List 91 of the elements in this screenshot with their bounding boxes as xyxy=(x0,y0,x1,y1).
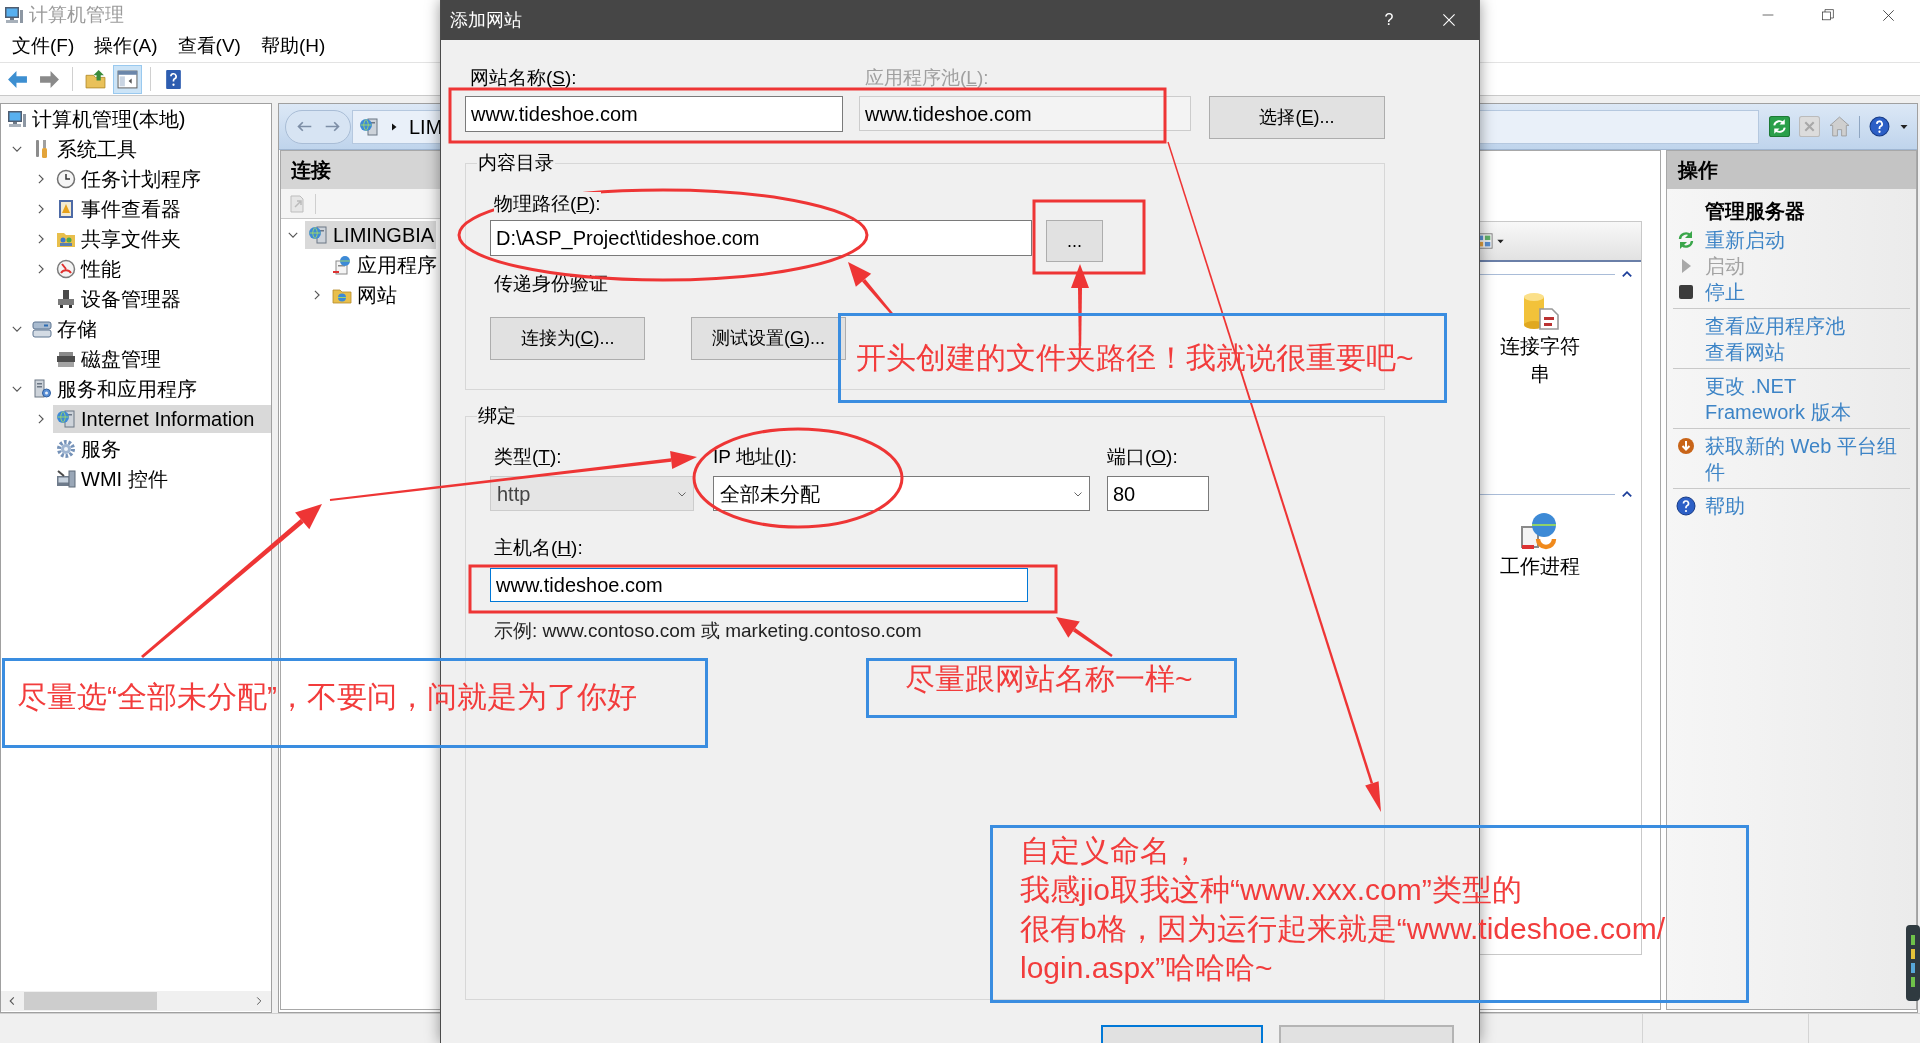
close-icon xyxy=(1442,13,1456,27)
tree-item[interactable]: 计算机管理(本地) xyxy=(4,105,271,133)
tree-item[interactable]: 服务 xyxy=(53,435,271,463)
section-heading: 管理服务器 xyxy=(1705,199,1805,224)
feature-tile[interactable]: 工作进程 xyxy=(1498,506,1582,580)
menu-item[interactable]: 帮助(H) xyxy=(260,31,326,61)
help-icon xyxy=(163,68,184,90)
help-icon[interactable] xyxy=(1869,116,1890,137)
close-icon xyxy=(1881,8,1895,22)
tree-item[interactable]: 网站 xyxy=(329,281,399,309)
caret-right-icon xyxy=(389,121,399,132)
tree-item[interactable]: 性能 xyxy=(53,255,271,283)
tree-item[interactable]: 系统工具 xyxy=(29,135,271,163)
group-title: 绑定 xyxy=(477,404,517,428)
server-globe-icon xyxy=(308,225,328,245)
console-tree-button[interactable] xyxy=(113,64,142,94)
computer-icon xyxy=(4,5,24,25)
input-field[interactable]: D:\ASP_Project\tideshoe.com xyxy=(490,220,1032,256)
field-label: 端口(O): xyxy=(1107,445,1178,469)
gauge-icon xyxy=(56,259,76,279)
clock-icon xyxy=(56,169,76,189)
dialog-button[interactable]: 测试设置(G)... xyxy=(691,317,846,360)
select-button[interactable]: 选择(E)... xyxy=(1209,96,1385,139)
action-link[interactable]: 帮助 xyxy=(1705,493,1745,519)
dropdown[interactable]: 全部未分配 xyxy=(713,476,1090,511)
field-label: 类型(T): xyxy=(494,446,562,467)
tree-item[interactable]: WMI 控件 xyxy=(53,465,271,493)
tree-item[interactable]: Internet Information xyxy=(53,405,271,433)
globe-document-icon xyxy=(332,255,352,275)
feature-tile[interactable]: 连接字符串 xyxy=(1498,286,1582,388)
tree-item[interactable]: 事件查看器 xyxy=(53,195,271,223)
action-link[interactable]: 重新启动 xyxy=(1705,227,1785,253)
annotation-arrow xyxy=(848,262,894,316)
panel-header: 操作 xyxy=(1667,151,1916,189)
server-globe-icon xyxy=(56,409,76,429)
tree-item[interactable]: LIMINGBIA xyxy=(305,221,437,249)
field-label: IP 地址(I): xyxy=(713,446,798,467)
tree-item[interactable]: 共享文件夹 xyxy=(53,225,271,253)
input-field[interactable]: www.tideshoe.com xyxy=(490,568,1028,602)
help-button[interactable]: ? xyxy=(1359,0,1419,40)
disk-drive-icon xyxy=(56,349,76,369)
dialog-button[interactable]: 连接为(C)... xyxy=(490,317,645,360)
dialog-title: 添加网站 xyxy=(449,8,523,32)
input-field[interactable]: 80 xyxy=(1107,476,1209,511)
action-link[interactable]: 查看网站 xyxy=(1705,339,1785,365)
input-field[interactable]: www.tideshoe.com xyxy=(465,96,843,132)
book-warning-icon xyxy=(56,199,76,219)
stop-icon xyxy=(1676,282,1696,302)
example-text: 示例: www.contoso.com 或 marketing.contoso.com xyxy=(494,619,922,643)
folder-up-icon xyxy=(85,68,106,90)
level-meter-icon xyxy=(1906,925,1920,1001)
annotation-arrow xyxy=(1056,617,1113,657)
field-label: 网站名称(S): xyxy=(470,67,577,88)
horizontal-scrollbar[interactable] xyxy=(1,991,271,1011)
download-icon xyxy=(1676,436,1696,456)
computer-tower-icon xyxy=(56,469,76,489)
help-icon xyxy=(1676,496,1696,516)
refresh-icon[interactable] xyxy=(1769,116,1790,137)
annotation-note: 尽量跟网站名称一样~ xyxy=(866,658,1237,718)
menu-item[interactable]: 查看(V) xyxy=(177,31,241,61)
refresh-icon xyxy=(1676,230,1696,250)
chevron-up-icon[interactable] xyxy=(1621,488,1633,500)
restore-icon xyxy=(1822,9,1834,21)
server-globe-icon xyxy=(359,116,379,137)
gear-icon xyxy=(56,439,76,459)
action-link[interactable]: 更改 .NET Framework 版本 xyxy=(1705,373,1851,425)
field-label: 主机名(H): xyxy=(494,536,583,560)
action-link[interactable]: 获取新的 Web 平台组 件 xyxy=(1705,433,1897,485)
window-title: 计算机管理 xyxy=(29,2,124,27)
tree-item[interactable]: 任务计划程序 xyxy=(53,165,271,193)
action-link[interactable]: 停止 xyxy=(1705,279,1745,305)
chevron-up-icon[interactable] xyxy=(1621,268,1633,280)
panel-layout-icon xyxy=(117,68,138,90)
menu-item[interactable]: 操作(A) xyxy=(94,31,158,61)
storage-icon xyxy=(32,319,52,339)
tree-item[interactable]: 应用程序 xyxy=(329,251,439,279)
browse-button[interactable]: ... xyxy=(1046,220,1103,262)
tree-item[interactable]: 存储 xyxy=(29,315,271,343)
tree-item[interactable]: 服务和应用程序 xyxy=(29,375,271,403)
field-label: 应用程序池(L): xyxy=(865,66,989,90)
tree-item[interactable]: 设备管理器 xyxy=(53,285,271,313)
field-label: 物理路径(P): xyxy=(494,192,601,216)
scrollbar-thumb[interactable] xyxy=(24,992,157,1010)
action-link[interactable]: 查看应用程序池 xyxy=(1705,313,1845,339)
menu-item[interactable]: 文件(F) xyxy=(12,31,75,61)
server-gear-icon xyxy=(32,379,52,399)
computer-icon xyxy=(7,109,27,129)
device-icon xyxy=(56,289,76,309)
dialog-button[interactable] xyxy=(1101,1025,1263,1043)
tree-item[interactable]: 磁盘管理 xyxy=(53,345,271,373)
group-title: 内容目录 xyxy=(477,151,555,175)
